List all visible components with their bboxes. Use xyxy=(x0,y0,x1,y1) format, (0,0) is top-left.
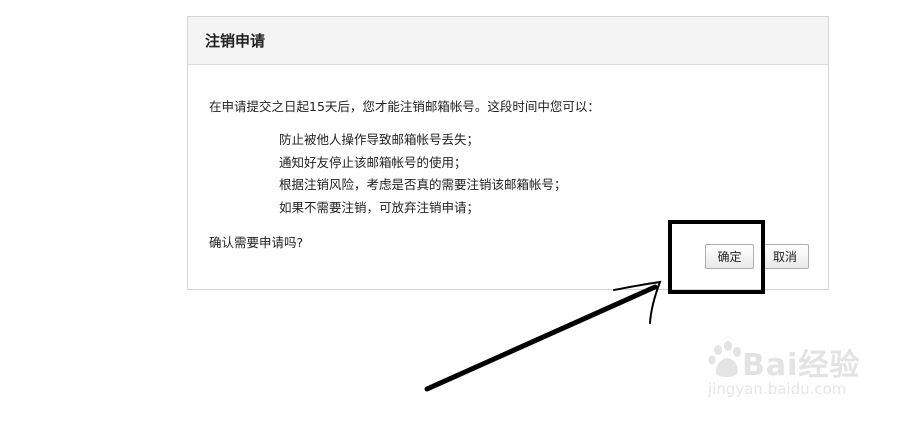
list-item: 如果不需要注销，可放弃注销申请； xyxy=(279,199,480,215)
cancel-button[interactable]: 取消 xyxy=(761,244,809,269)
confirm-button[interactable]: 确定 xyxy=(705,244,754,269)
dialog-header: 注销申请 xyxy=(188,17,828,65)
list-item: 防止被他人操作导致邮箱帐号丢失； xyxy=(279,132,480,147)
dialog-title: 注销申请 xyxy=(205,32,266,50)
watermark-logo: Bai经验 xyxy=(742,348,861,383)
cancel-application-dialog: 注销申请 在申请提交之日起15天后，您才能注销邮箱帐号。这段时间中您可以： 防止… xyxy=(187,16,829,290)
watermark-site: jingyan.baidu.com xyxy=(708,380,847,398)
pointer-arrow xyxy=(424,284,658,392)
advice-list: 防止被他人操作导致邮箱帐号丢失； 通知好友停止该邮箱帐号的使用； 根据注销风险，… xyxy=(279,129,567,219)
confirm-question: 确认需要申请吗? xyxy=(209,235,304,250)
paw-icon xyxy=(708,341,741,377)
list-item: 根据注销风险，考虑是否真的需要注销该邮箱帐号； xyxy=(279,177,567,192)
baidu-watermark: Bai经验 jingyan.baidu.com xyxy=(700,330,890,410)
intro-text: 在申请提交之日起15天后，您才能注销邮箱帐号。这段时间中您可以： xyxy=(209,99,600,114)
list-item: 通知好友停止该邮箱帐号的使用； xyxy=(279,154,467,170)
